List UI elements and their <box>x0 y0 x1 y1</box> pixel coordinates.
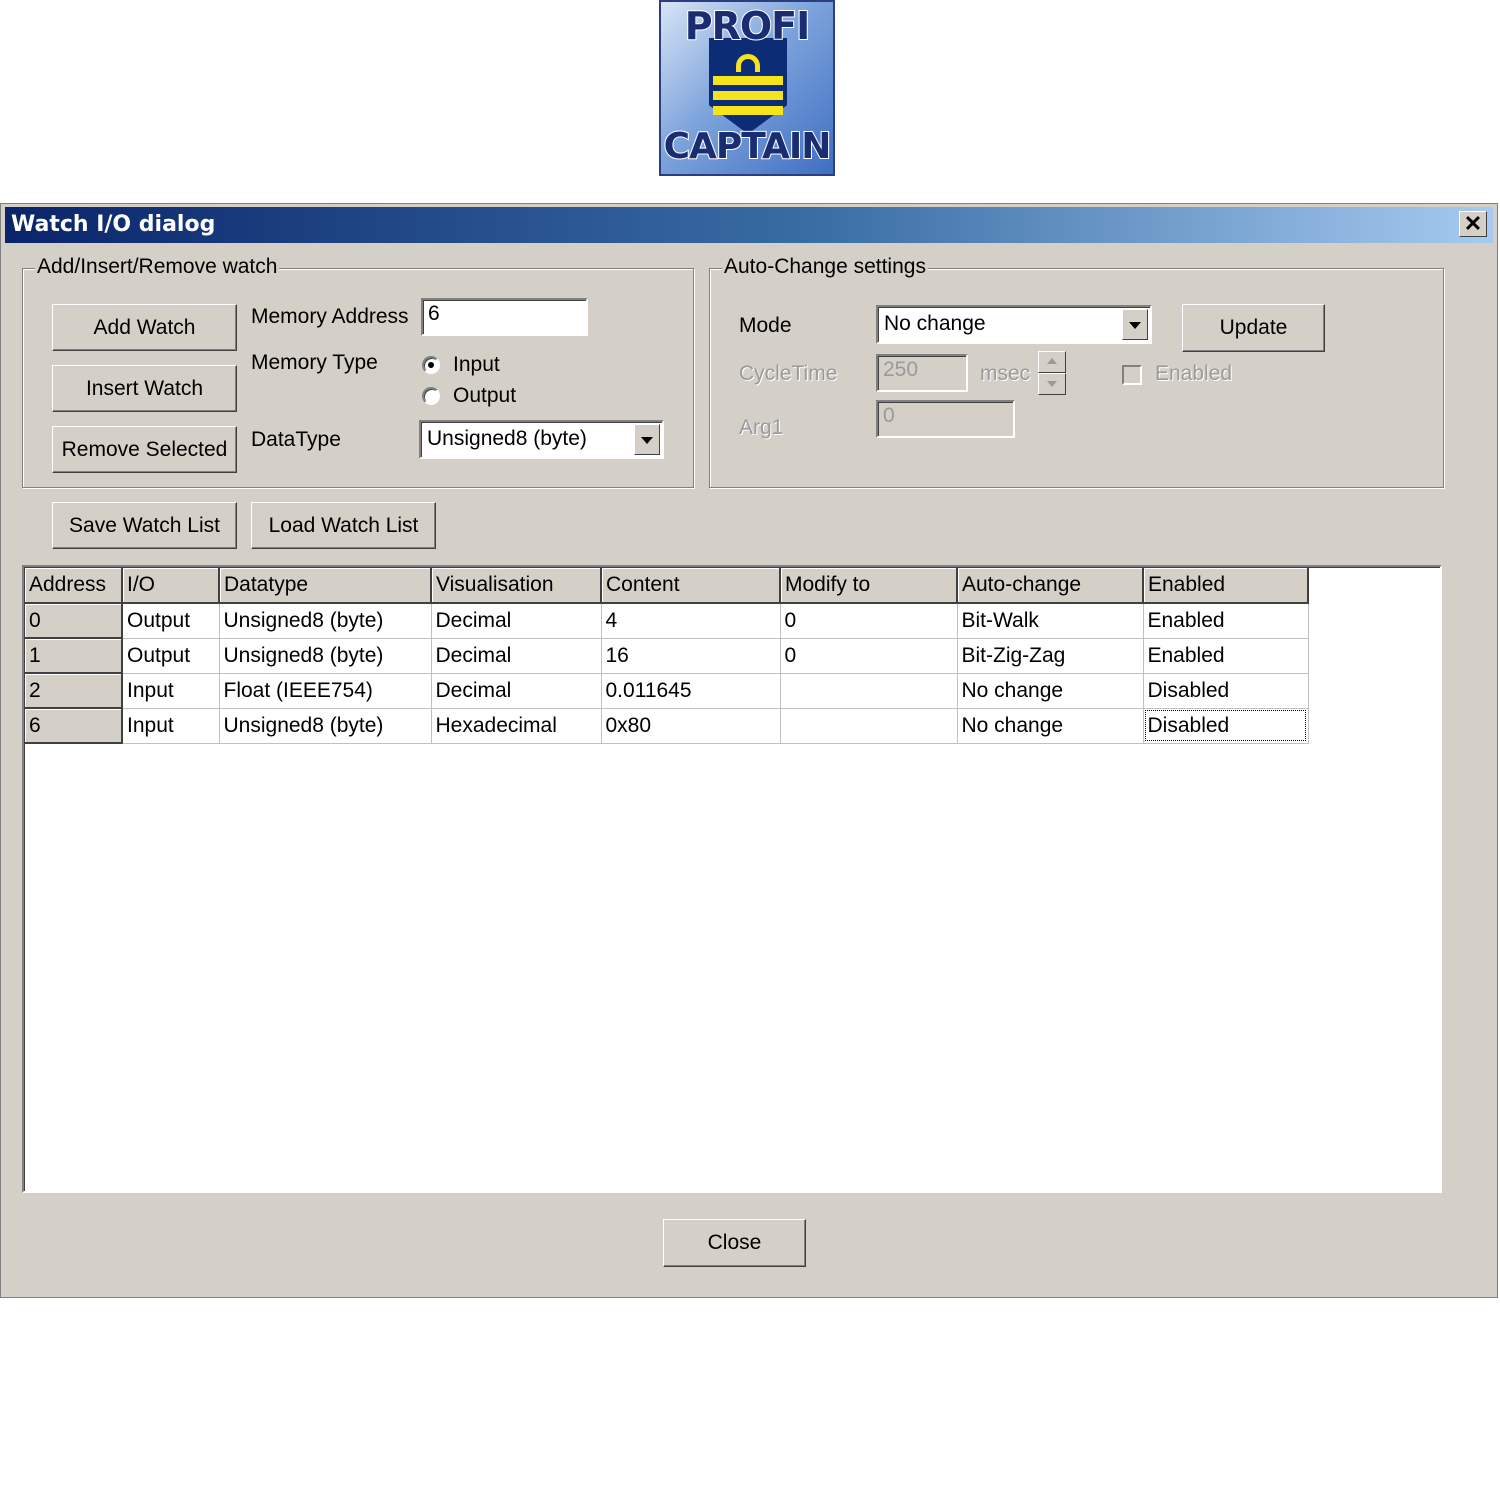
grid-cell[interactable]: Disabled <box>1143 673 1309 709</box>
grid-cell[interactable]: Input <box>122 673 220 709</box>
table-row[interactable]: 2 Input Float (IEEE754) Decimal 0.011645… <box>25 673 1309 709</box>
logo-text-captain: CAPTAIN <box>663 125 833 168</box>
close-icon[interactable]: ✕ <box>1459 211 1487 237</box>
column-header[interactable]: Modify to <box>780 568 958 604</box>
grid-cell[interactable]: Unsigned8 (byte) <box>219 708 432 744</box>
watch-io-dialog: Watch I/O dialog ✕ Add/Insert/Remove wat… <box>0 203 1498 1298</box>
grid-cell[interactable] <box>780 673 958 709</box>
enabled-checkbox-label: Enabled <box>1155 362 1233 385</box>
column-header[interactable]: Visualisation <box>431 568 602 604</box>
row-address[interactable]: 1 <box>25 638 123 674</box>
grid-cell[interactable]: Decimal <box>431 638 602 674</box>
memory-address-input[interactable]: 6 <box>421 298 588 336</box>
enabled-checkbox[interactable] <box>1122 365 1142 385</box>
memory-type-input-label: Input <box>453 353 500 376</box>
column-header[interactable]: Enabled <box>1143 568 1309 604</box>
grid-cell[interactable]: No change <box>957 673 1144 709</box>
watch-grid[interactable]: Address I/O Datatype Visualisation Conte… <box>22 565 1442 1193</box>
spin-up-icon[interactable] <box>1038 351 1066 373</box>
row-address[interactable]: 6 <box>25 708 123 744</box>
auto-change-legend: Auto-Change settings <box>722 255 928 279</box>
grid-cell[interactable]: Float (IEEE754) <box>219 673 432 709</box>
update-button[interactable]: Update <box>1182 304 1325 352</box>
watch-group-legend: Add/Insert/Remove watch <box>35 255 280 279</box>
column-header[interactable]: Content <box>601 568 781 604</box>
table-row[interactable]: 1 Output Unsigned8 (byte) Decimal 16 0 B… <box>25 638 1309 674</box>
memory-type-output-radio[interactable] <box>422 387 440 405</box>
datatype-select[interactable]: Unsigned8 (byte) <box>419 420 664 459</box>
arg1-input[interactable]: 0 <box>876 400 1015 438</box>
anchor-emblem <box>736 54 760 72</box>
grid-cell[interactable]: Decimal <box>431 673 602 709</box>
grid-cell[interactable] <box>780 708 958 744</box>
cycletime-unit: msec <box>980 362 1031 385</box>
profi-captain-logo: PROFI CAPTAIN <box>659 0 835 176</box>
memory-type-input-radio[interactable] <box>422 356 440 374</box>
close-button[interactable]: Close <box>663 1219 806 1267</box>
column-header[interactable]: Address <box>25 568 123 604</box>
grid-cell[interactable]: 4 <box>601 603 781 639</box>
rank-stripe <box>713 91 783 100</box>
load-watch-list-button[interactable]: Load Watch List <box>251 502 436 549</box>
memory-type-label: Memory Type <box>251 351 378 374</box>
datatype-value: Unsigned8 (byte) <box>427 427 587 450</box>
mode-select[interactable]: No change <box>876 305 1152 344</box>
grid-cell[interactable]: Output <box>122 638 220 674</box>
spin-down-icon[interactable] <box>1038 373 1066 395</box>
grid-cell[interactable]: 0 <box>780 638 958 674</box>
grid-cell[interactable]: Hexadecimal <box>431 708 602 744</box>
memory-type-output-label: Output <box>453 384 517 407</box>
column-header[interactable]: Auto-change <box>957 568 1144 604</box>
arg1-label: Arg1 <box>739 416 784 439</box>
datatype-label: DataType <box>251 428 341 451</box>
mode-label: Mode <box>739 314 792 337</box>
chevron-down-icon[interactable] <box>1122 309 1148 340</box>
cycletime-label: CycleTime <box>739 362 838 385</box>
rank-stripe <box>713 106 783 115</box>
grid-cell[interactable]: Input <box>122 708 220 744</box>
grid-cell[interactable]: Bit-Zig-Zag <box>957 638 1144 674</box>
grid-cell[interactable]: Bit-Walk <box>957 603 1144 639</box>
logo-text-profi: PROFI <box>684 3 812 49</box>
grid-cell[interactable]: Enabled <box>1143 638 1309 674</box>
cycletime-input[interactable]: 250 <box>876 354 968 392</box>
row-address[interactable]: 0 <box>25 603 123 639</box>
save-watch-list-button[interactable]: Save Watch List <box>52 502 237 549</box>
cycletime-spinner[interactable] <box>1038 351 1066 395</box>
shield-emblem <box>709 38 787 134</box>
grid-cell[interactable]: Unsigned8 (byte) <box>219 603 432 639</box>
rank-stripe <box>713 76 783 85</box>
watch-table: Address I/O Datatype Visualisation Conte… <box>25 568 1309 744</box>
table-row[interactable]: 6 Input Unsigned8 (byte) Hexadecimal 0x8… <box>25 708 1309 744</box>
grid-cell[interactable]: Output <box>122 603 220 639</box>
dialog-title: Watch I/O dialog <box>11 212 216 237</box>
grid-cell[interactable]: Unsigned8 (byte) <box>219 638 432 674</box>
table-row[interactable]: 0 Output Unsigned8 (byte) Decimal 4 0 Bi… <box>25 603 1309 639</box>
mode-value: No change <box>884 312 986 335</box>
column-header[interactable]: Datatype <box>219 568 432 604</box>
grid-cell[interactable]: No change <box>957 708 1144 744</box>
grid-header-row: Address I/O Datatype Visualisation Conte… <box>25 568 1309 604</box>
grid-cell[interactable]: Decimal <box>431 603 602 639</box>
grid-cell[interactable]: 0 <box>780 603 958 639</box>
insert-watch-button[interactable]: Insert Watch <box>52 365 237 412</box>
remove-selected-button[interactable]: Remove Selected <box>52 426 237 473</box>
grid-cell[interactable]: 16 <box>601 638 781 674</box>
row-address[interactable]: 2 <box>25 673 123 709</box>
grid-cell[interactable]: 0x80 <box>601 708 781 744</box>
memory-address-label: Memory Address <box>251 305 409 328</box>
title-bar: Watch I/O dialog ✕ <box>5 207 1493 243</box>
column-header[interactable]: I/O <box>122 568 220 604</box>
add-watch-button[interactable]: Add Watch <box>52 304 237 351</box>
chevron-down-icon[interactable] <box>634 424 660 455</box>
grid-cell-focused[interactable]: Disabled <box>1143 708 1309 744</box>
grid-cell[interactable]: 0.011645 <box>601 673 781 709</box>
grid-cell[interactable]: Enabled <box>1143 603 1309 639</box>
